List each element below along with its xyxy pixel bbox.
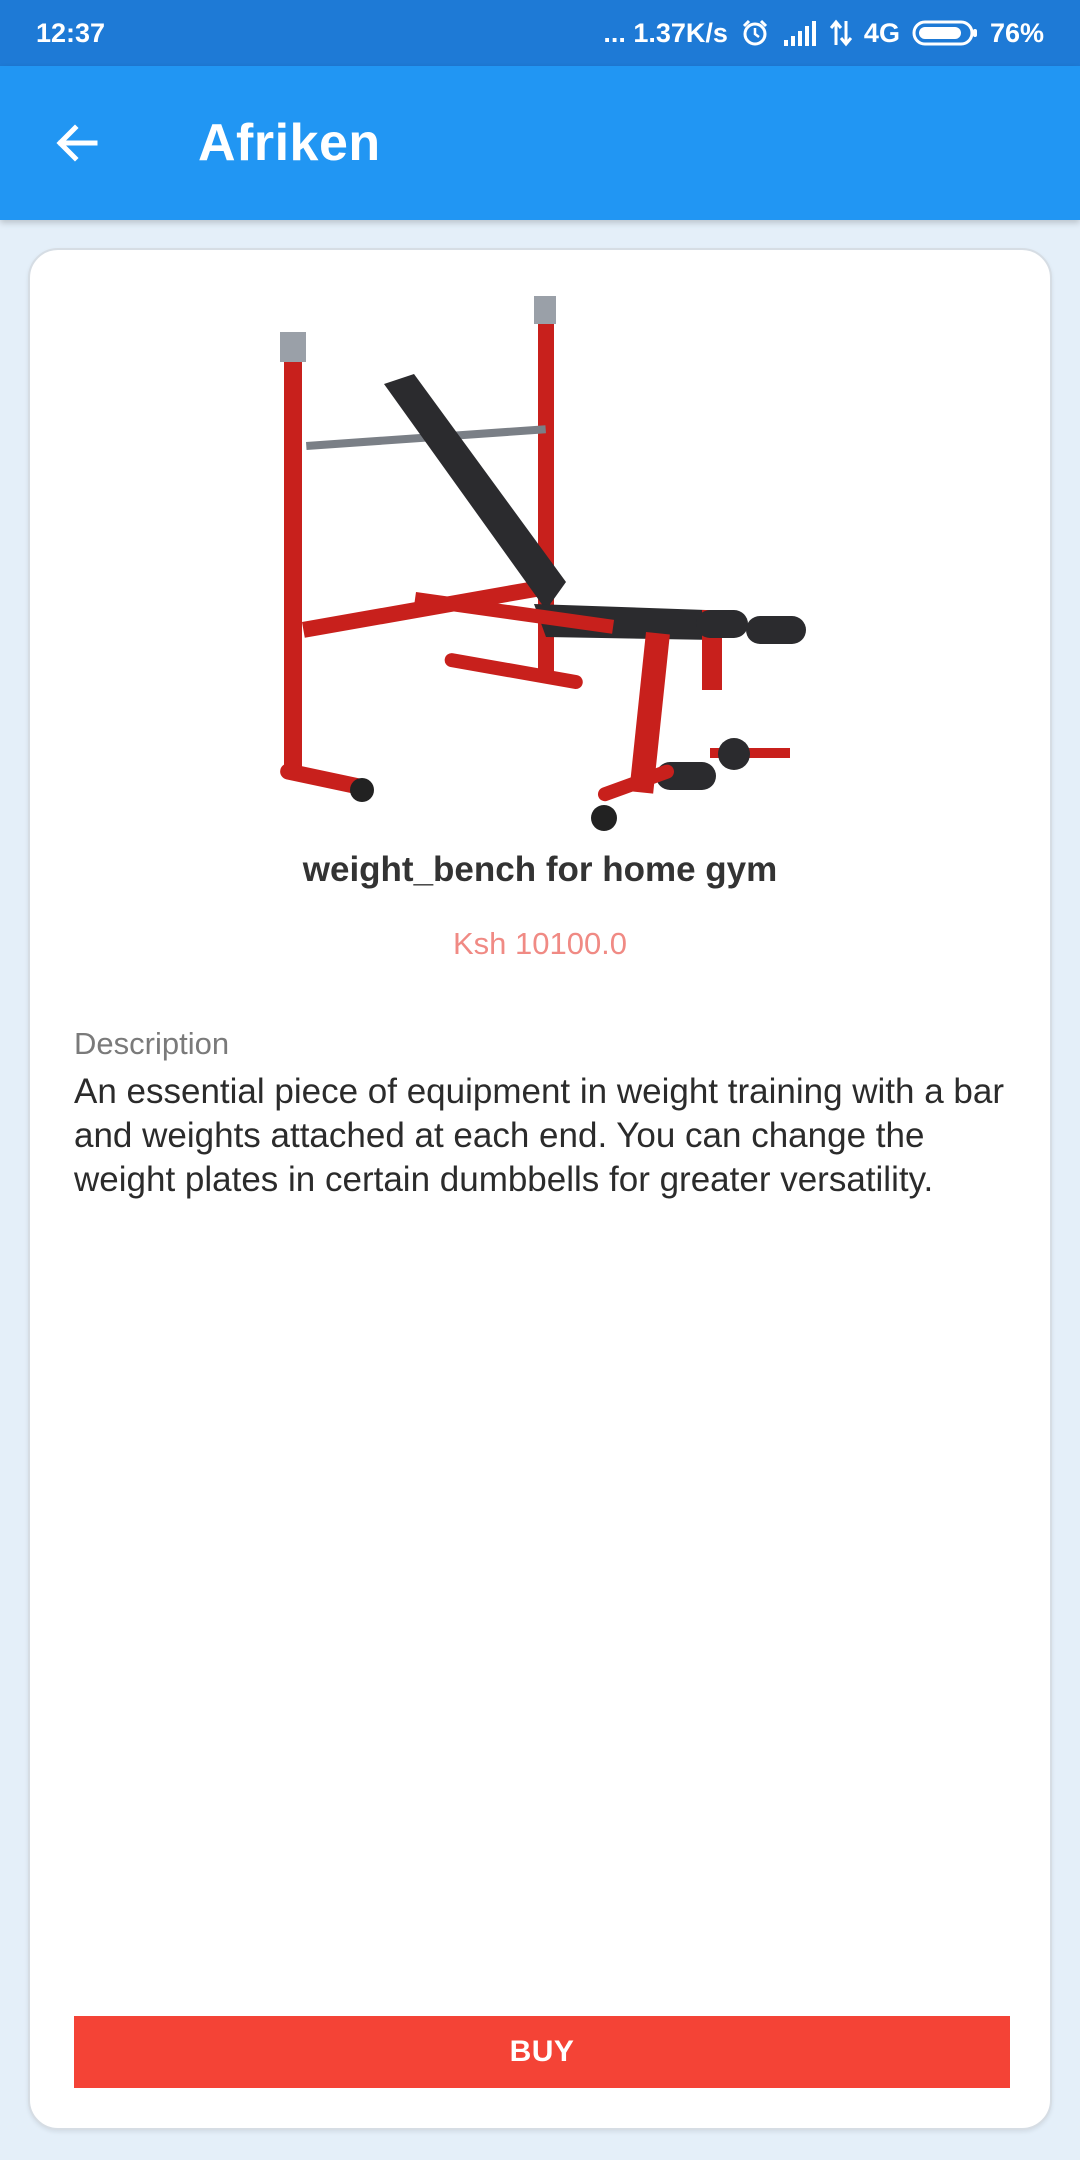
app-bar: Afriken bbox=[0, 66, 1080, 220]
arrow-left-icon bbox=[56, 124, 98, 162]
product-card: weight_bench for home gym Ksh 10100.0 De… bbox=[28, 248, 1052, 2130]
alarm-icon bbox=[740, 18, 770, 48]
network-type: 4G bbox=[863, 17, 900, 48]
signal-icon bbox=[782, 20, 818, 46]
status-indicators: ... 1.37K/s 4G 76% bbox=[603, 18, 1044, 49]
product-image bbox=[266, 292, 818, 832]
status-bar: 12:37 ... 1.37K/s 4G 76% bbox=[0, 0, 1080, 66]
description-label: Description bbox=[74, 1026, 230, 1061]
buy-button[interactable]: BUY bbox=[74, 2016, 1010, 2088]
product-price: Ksh 10100.0 bbox=[452, 926, 628, 961]
app-title: Afriken bbox=[198, 114, 381, 172]
product-name: weight_bench for home gym bbox=[302, 850, 778, 889]
network-speed: ... 1.37K/s bbox=[603, 17, 728, 48]
back-button[interactable] bbox=[50, 116, 104, 170]
status-time: 12:37 bbox=[36, 17, 106, 48]
battery-icon bbox=[912, 19, 978, 47]
data-arrows-icon bbox=[829, 19, 852, 47]
description-text: An essential piece of equipment in weigh… bbox=[74, 1072, 1004, 1199]
battery-level: 76% bbox=[989, 17, 1044, 48]
